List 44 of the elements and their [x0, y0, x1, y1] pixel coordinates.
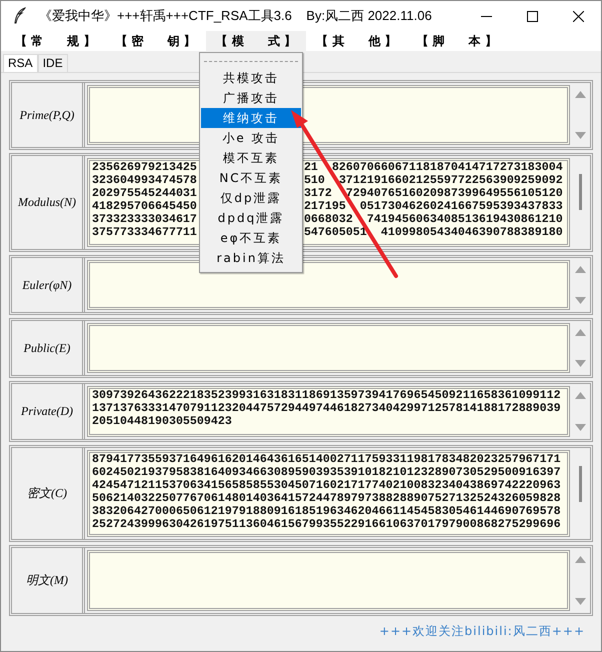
field-label: Public(E)	[24, 340, 70, 356]
menu-item[interactable]: 【 常 规 】	[5, 31, 106, 51]
menu-option[interactable]: eφ不互素	[201, 228, 301, 248]
text-area[interactable]: 3097392643622218352399316318311869135973941769654509211658361099112 1371376333147079112320447572944974461827340429971257814188172889039 20510448190305509423	[87, 386, 570, 437]
scroll-up-icon[interactable]	[574, 266, 586, 273]
menu-option[interactable]: 维纳攻击	[201, 108, 301, 128]
maximize-icon	[526, 10, 538, 22]
menu-option[interactable]: dpdq泄露	[201, 208, 301, 228]
menu-option[interactable]: 小e 攻击	[201, 128, 301, 148]
menu-item[interactable]: 【 密 钥 】	[105, 31, 206, 51]
text-area[interactable]	[87, 323, 570, 373]
scroll-down-icon[interactable]	[574, 424, 586, 431]
menu-item[interactable]: 【 模 式 】	[206, 31, 306, 51]
menu-option[interactable]: rabin算法	[201, 248, 301, 268]
menu-option[interactable]: NC不互素	[201, 168, 301, 188]
menu-item[interactable]: 【 其 他 】	[306, 31, 406, 51]
field-label: 密文(C)	[27, 485, 67, 502]
tab[interactable]: IDE	[38, 54, 68, 72]
menu-item[interactable]: 【 脚 本 】	[406, 31, 507, 51]
tab[interactable]: RSA	[3, 54, 38, 72]
scroll-down-icon[interactable]	[574, 297, 586, 304]
feather-icon	[13, 7, 27, 25]
menu-option[interactable]: 仅dp泄露	[201, 188, 301, 208]
scroll-up-icon[interactable]	[574, 91, 586, 98]
window-title: 《爱我中华》+++轩禹+++CTF_RSA工具3.6 By:风二西 2022.11.06	[39, 7, 433, 25]
text-area[interactable]	[87, 550, 570, 611]
scroll-down-icon[interactable]	[574, 598, 586, 605]
menu-option[interactable]: 广播攻击	[201, 88, 301, 108]
scroll-up-icon[interactable]	[574, 556, 586, 563]
field-label: Modulus(N)	[18, 195, 76, 210]
menu-option[interactable]: 共模攻击	[201, 68, 301, 88]
scroll-up-icon[interactable]	[574, 329, 586, 336]
scroll-down-icon[interactable]	[574, 132, 586, 139]
field-label: Private(D)	[21, 404, 73, 419]
field-label: Euler(φN)	[22, 278, 72, 292]
field-label: 明文(M)	[26, 572, 68, 589]
footer-text: +++欢迎关注bilibili:风二西+++	[378, 623, 586, 640]
scroll-down-icon[interactable]	[574, 360, 586, 367]
scroll-up-icon[interactable]	[574, 392, 586, 399]
text-area[interactable]: 8794177355937164961620146436165140027117593311981783482023257967171 6024502193795838164093466308959039353910182101232890730529500916397 4245471211537063415658585530450716021717740210083234043869742220963 5062140322507767061480140364157244789797388288907527132524326059828 3832064270006506121979188091618519634620466114545830546144690769578 2527243999630426197511360461567993552291661063701797900868275299696	[87, 450, 570, 537]
close-icon	[572, 10, 584, 22]
scrollbar-thumb[interactable]	[578, 174, 582, 210]
scrollbar-thumb[interactable]	[578, 466, 582, 502]
field-label: Prime(P,Q)	[20, 108, 74, 122]
